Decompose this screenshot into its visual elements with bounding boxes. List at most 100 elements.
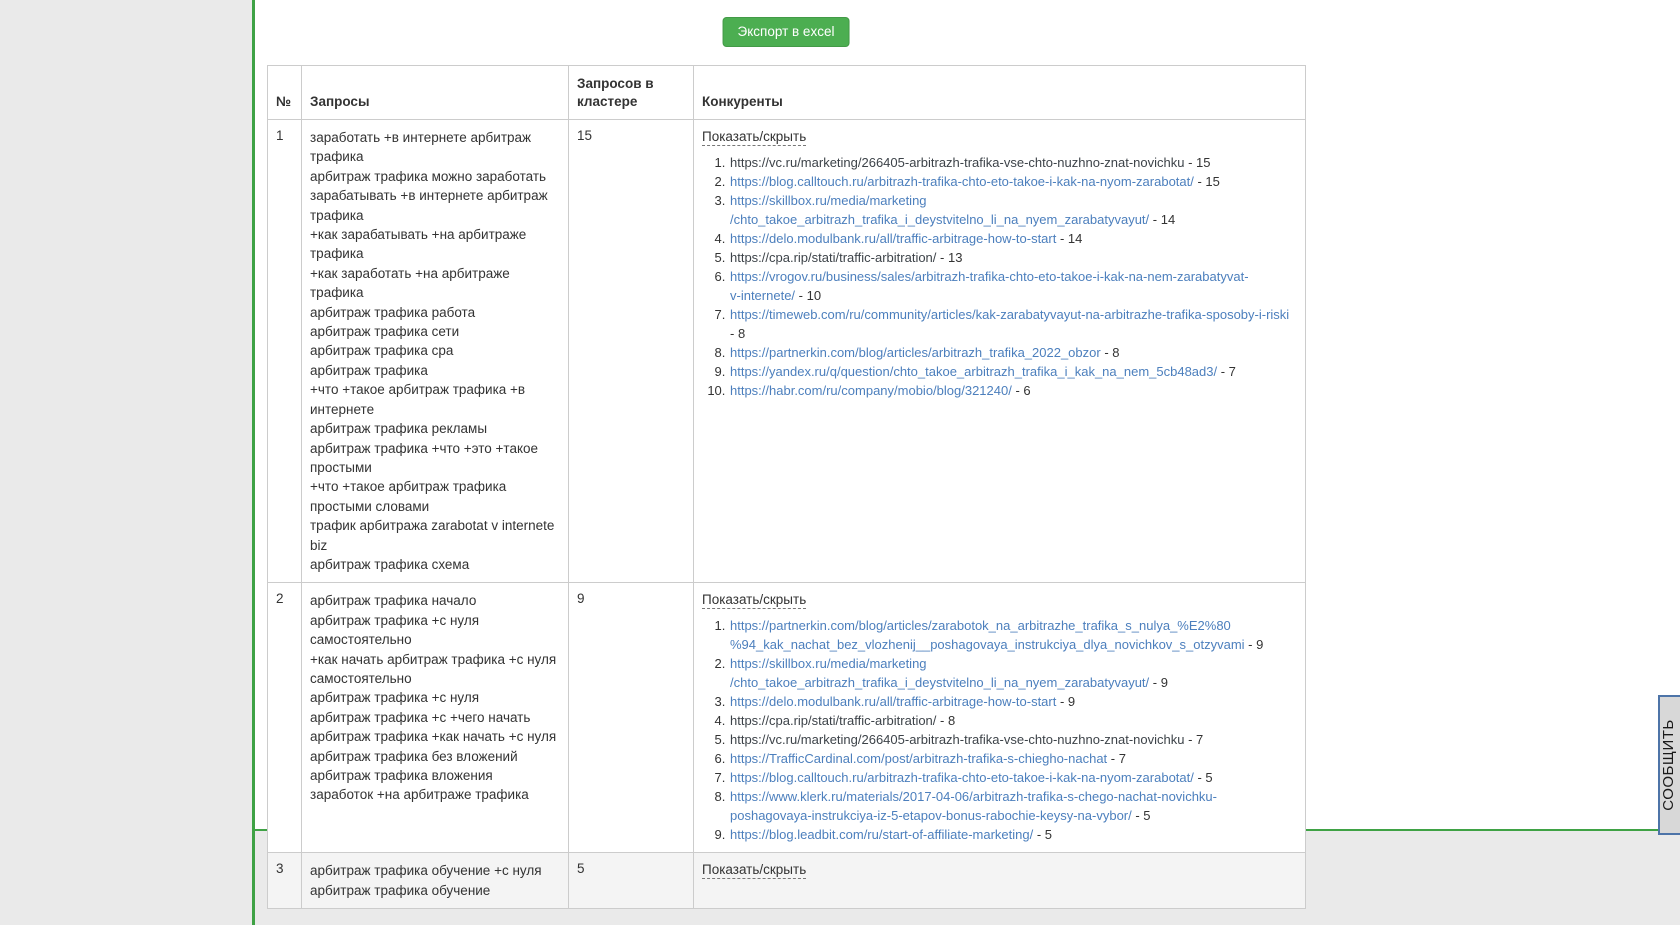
competitor-count: - 8 bbox=[730, 326, 746, 341]
competitor-count: - 13 bbox=[936, 250, 963, 265]
query-text: арбитраж трафика +что +это +такое просты… bbox=[310, 440, 539, 475]
query-text: арбитраж трафика bbox=[310, 362, 428, 378]
competitor-item: https://blog.calltouch.ru/arbitrazh-traf… bbox=[729, 172, 1297, 191]
competitor-item: https://cpa.rip/stati/traffic-arbitratio… bbox=[729, 711, 1297, 730]
competitor-count: - 15 bbox=[1193, 174, 1220, 189]
competitor-count: - 8 bbox=[936, 713, 956, 729]
header-competitors: Конкуренты bbox=[693, 65, 1306, 120]
competitor-link[interactable]: https://partnerkin.com/blog/articles/arb… bbox=[730, 345, 1101, 360]
competitor-count: - 5 bbox=[1033, 827, 1053, 843]
competitor-item: https://partnerkin.com/blog/articles/arb… bbox=[729, 343, 1297, 362]
query-text: +как начать арбитраж трафика +с нуля сам… bbox=[310, 651, 557, 686]
competitor-link[interactable]: https://skillbox.ru/media/marketing /cht… bbox=[730, 193, 1149, 227]
competitor-count: - 5 bbox=[1193, 770, 1213, 786]
query-text: арбитраж трафика cpa bbox=[310, 343, 454, 359]
header-queries: Запросы bbox=[301, 65, 569, 120]
competitor-item: https://vc.ru/marketing/266405-arbitrazh… bbox=[729, 730, 1297, 749]
competitors-cell: Показать/скрыть https://partnerkin.com/b… bbox=[693, 582, 1306, 854]
competitors-list: https://partnerkin.com/blog/articles/zar… bbox=[702, 616, 1297, 844]
query-text: арбитраж трафика обучение bbox=[310, 882, 491, 898]
query-text: арбитраж трафика схема bbox=[310, 556, 470, 572]
query-text: арбитраж трафика обучение +с нуля bbox=[310, 863, 542, 879]
report-feedback-label: СООБЩИТЬ bbox=[1660, 719, 1677, 811]
query-text: арбитраж трафика +с нуля самостоятельно bbox=[310, 612, 480, 648]
query-text: арбитраж трафика вложения bbox=[310, 768, 493, 783]
query-text: +как зарабатывать +на арбитраже трафика bbox=[310, 227, 527, 262]
competitor-item: https://www.klerk.ru/materials/2017-04-0… bbox=[729, 787, 1297, 825]
queries-cell: арбитраж трафика начало арбитраж трафика … bbox=[301, 582, 569, 854]
toggle-competitors-link[interactable]: Показать/скрыть bbox=[702, 592, 807, 610]
queries-cell: заработать +в интернете арбитраж трафика… bbox=[301, 118, 569, 584]
toggle-competitors-link[interactable]: Показать/скрыть bbox=[702, 129, 807, 146]
competitor-count: - 8 bbox=[1100, 345, 1120, 360]
competitor-item: https://cpa.rip/stati/traffic-arbitratio… bbox=[729, 248, 1297, 267]
competitor-count: - 7 bbox=[1107, 751, 1126, 767]
competitor-count: - 6 bbox=[1011, 383, 1031, 398]
header-number: № bbox=[267, 65, 302, 120]
competitor-item: https://yandex.ru/q/question/chto_takoe_… bbox=[729, 362, 1297, 381]
query-text: арбитраж трафика +с +чего начать bbox=[310, 709, 531, 725]
row-number: 3 bbox=[267, 852, 302, 910]
competitor-count: - 5 bbox=[1131, 808, 1151, 824]
competitor-count: - 9 bbox=[1244, 637, 1264, 653]
competitors-cell: Показать/скрыть bbox=[693, 852, 1306, 910]
competitor-item: https://blog.calltouch.ru/arbitrazh-traf… bbox=[729, 768, 1297, 787]
query-text: арбитраж трафика +как начать +с нуля bbox=[310, 729, 557, 745]
query-text: арбитраж трафика +с нуля bbox=[310, 690, 480, 706]
competitor-item: https://timeweb.com/ru/community/article… bbox=[729, 305, 1297, 343]
query-text: арбитраж трафика начало bbox=[310, 593, 477, 609]
query-text: зарабатывать +в интернете арбитраж трафи… bbox=[310, 188, 548, 223]
competitor-item: https://vc.ru/marketing/266405-arbitrazh… bbox=[729, 153, 1297, 172]
toggle-competitors-link[interactable]: Показать/скрыть bbox=[702, 862, 807, 880]
query-text: арбитраж трафика работа bbox=[310, 304, 476, 320]
competitor-count: - 15 bbox=[1184, 155, 1211, 170]
query-text: трафик арбитража zarabotat v internete b… bbox=[310, 518, 555, 553]
cluster-count-cell: 15 bbox=[568, 118, 694, 584]
query-text: +что +такое арбитраж трафика простыми сл… bbox=[310, 479, 507, 514]
competitors-list: https://vc.ru/marketing/266405-arbitrazh… bbox=[702, 153, 1297, 400]
competitor-item: https://delo.modulbank.ru/all/traffic-ar… bbox=[729, 229, 1297, 248]
competitor-link[interactable]: https://delo.modulbank.ru/all/traffic-ar… bbox=[730, 694, 1056, 709]
competitor-count: - 7 bbox=[1217, 364, 1236, 379]
competitor-item: https://skillbox.ru/media/marketing /cht… bbox=[729, 654, 1297, 692]
competitor-link[interactable]: https://cpa.rip/stati/traffic-arbitratio… bbox=[730, 250, 936, 265]
competitor-link[interactable]: https://blog.leadbit.com/ru/start-of-aff… bbox=[730, 827, 1033, 842]
competitor-link[interactable]: https://TrafficCardinal.com/post/arbitra… bbox=[730, 751, 1107, 766]
competitor-link[interactable]: https://yandex.ru/q/question/chto_takoe_… bbox=[730, 364, 1217, 379]
queries-cell: арбитраж трафика обучение +с нуля арбитра… bbox=[301, 852, 569, 910]
competitor-count: - 9 bbox=[1149, 675, 1168, 691]
competitor-link[interactable]: https://vc.ru/marketing/266405-arbitrazh… bbox=[730, 155, 1185, 170]
competitor-link[interactable]: https://partnerkin.com/blog/articles/zar… bbox=[730, 618, 1245, 652]
competitor-item: https://TrafficCardinal.com/post/arbitra… bbox=[729, 749, 1297, 768]
table-row: 2 арбитраж трафика начало арбитраж трафик… bbox=[267, 582, 1306, 854]
competitor-link[interactable]: https://delo.modulbank.ru/all/traffic-ar… bbox=[730, 231, 1056, 246]
competitor-link[interactable]: https://blog.calltouch.ru/arbitrazh-traf… bbox=[730, 770, 1194, 785]
competitor-link[interactable]: https://cpa.rip/stati/traffic-arbitratio… bbox=[730, 713, 936, 728]
query-text: +что +такое арбитраж трафика +в интернет… bbox=[310, 382, 526, 417]
competitor-count: - 9 bbox=[1056, 694, 1076, 710]
query-text: заработок +на арбитраже трафика bbox=[310, 787, 529, 803]
competitor-link[interactable]: https://habr.com/ru/company/mobio/blog/3… bbox=[730, 383, 1012, 398]
competitor-link[interactable]: https://skillbox.ru/media/marketing /cht… bbox=[730, 656, 1149, 690]
competitor-count: - 14 bbox=[1056, 231, 1083, 246]
query-text: арбитраж трафика без вложений bbox=[310, 748, 518, 764]
competitor-item: https://blog.leadbit.com/ru/start-of-aff… bbox=[729, 825, 1297, 844]
clusters-table: № Запросы Запросов в кластере Конкуренты… bbox=[267, 65, 1306, 910]
competitors-cell: Показать/скрыть https://vc.ru/marketing/… bbox=[693, 118, 1306, 584]
competitor-link[interactable]: https://blog.calltouch.ru/arbitrazh-traf… bbox=[730, 174, 1194, 189]
competitor-link[interactable]: https://vc.ru/marketing/266405-arbitrazh… bbox=[730, 732, 1185, 747]
query-text: арбитраж трафика рекламы bbox=[310, 421, 488, 437]
report-feedback-tab[interactable]: СООБЩИТЬ bbox=[1658, 695, 1680, 835]
competitor-item: https://delo.modulbank.ru/all/traffic-ar… bbox=[729, 692, 1297, 711]
competitor-item: https://partnerkin.com/blog/articles/zar… bbox=[729, 616, 1297, 654]
competitor-item: https://skillbox.ru/media/marketing /cht… bbox=[729, 191, 1297, 229]
header-cluster-count: Запросов в кластере bbox=[568, 65, 694, 120]
query-text: арбитраж трафика можно заработать bbox=[310, 168, 547, 184]
table-header-row: № Запросы Запросов в кластере Конкуренты bbox=[267, 65, 1306, 120]
export-excel-button[interactable]: Экспорт в excel bbox=[722, 17, 850, 47]
cluster-count-cell: 9 bbox=[568, 582, 694, 854]
competitor-link[interactable]: https://timeweb.com/ru/community/article… bbox=[730, 307, 1289, 322]
content-left-border bbox=[252, 0, 255, 925]
query-text: +как заработать +на арбитраже трафика bbox=[310, 265, 510, 301]
row-number: 2 bbox=[267, 582, 302, 854]
